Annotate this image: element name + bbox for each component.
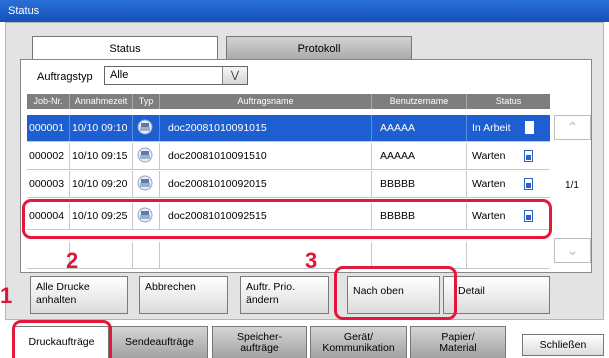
status-text: Warten <box>472 150 506 162</box>
print-job-icon <box>137 119 153 135</box>
table-row[interactable]: 000003 10/10 09:20 doc20081010092015 BBB… <box>27 171 550 198</box>
status-cell: In Arbeit <box>466 115 550 141</box>
detail-button[interactable]: Detail <box>443 276 550 314</box>
row-highlight <box>22 199 552 239</box>
table-row[interactable]: 000002 10/10 09:15 doc20081010091510 AAA… <box>27 143 550 170</box>
col-received-time: Annahmezeit <box>69 94 132 109</box>
table-row[interactable]: 000001 10/10 09:10 doc20081010091015 AAA… <box>27 115 550 142</box>
divider <box>466 242 467 269</box>
col-user-name: Benutzername <box>371 94 466 109</box>
waiting-icon <box>524 150 533 162</box>
type-cell <box>132 115 159 141</box>
tab-protokoll[interactable]: Protokoll <box>226 36 412 60</box>
type-cell <box>132 171 159 197</box>
empty-row <box>27 242 550 269</box>
job-type-label: Auftragstyp <box>37 71 93 83</box>
received-time: 10/10 09:15 <box>69 143 132 169</box>
job-nr: 000001 <box>29 122 65 134</box>
divider <box>371 242 372 269</box>
user-name: BBBBB <box>371 171 466 197</box>
chevron-down-icon[interactable]: ⋁ <box>222 67 247 84</box>
pause-all-button[interactable]: Alle Drucke anhalten <box>30 276 128 314</box>
status-cell: Warten <box>466 171 550 197</box>
scroll-down-button[interactable]: ⌄ <box>554 238 591 263</box>
change-priority-button[interactable]: Auftr. Prio. ändern <box>240 276 329 314</box>
tab-storage-jobs[interactable]: Speicher- aufträge <box>212 326 307 358</box>
job-nr: 000002 <box>29 150 65 162</box>
working-icon <box>525 121 534 134</box>
page-indicator: 1/1 <box>565 180 579 191</box>
divider <box>132 242 133 269</box>
divider <box>159 242 160 269</box>
job-name: doc20081010092015 <box>159 171 371 197</box>
tab-status[interactable]: Status <box>32 36 218 60</box>
cancel-button[interactable]: Abbrechen <box>139 276 228 314</box>
close-button[interactable]: Schließen <box>522 334 604 356</box>
type-cell <box>132 143 159 169</box>
table-header: Job-Nr. Annahmezeit Typ Auftragsname Ben… <box>27 94 550 109</box>
status-cell: Warten <box>466 143 550 169</box>
move-up-highlight <box>334 266 457 320</box>
tab-device-communication[interactable]: Gerät/ Kommunikation <box>310 326 407 358</box>
callout-2: 2 <box>66 248 79 273</box>
print-job-icon <box>137 147 153 163</box>
tab-send-jobs[interactable]: Sendeaufträge <box>111 326 208 358</box>
waiting-icon <box>524 178 533 190</box>
user-name: AAAAA <box>371 115 466 141</box>
job-nr: 000003 <box>29 178 65 190</box>
scroll-up-button[interactable]: ⌃ <box>554 115 591 140</box>
job-name: doc20081010091015 <box>159 115 371 141</box>
col-type: Typ <box>132 94 159 109</box>
window-title: Status <box>0 0 609 22</box>
user-name: AAAAA <box>371 143 466 169</box>
status-text: In Arbeit <box>472 122 511 134</box>
callout-1: 1 <box>0 283 13 308</box>
callout-3: 3 <box>305 248 318 273</box>
print-jobs-highlight <box>12 320 112 358</box>
col-status: Status <box>466 94 550 109</box>
tab-paper-material[interactable]: Papier/ Material <box>410 326 506 358</box>
status-text: Warten <box>472 178 506 190</box>
received-time: 10/10 09:10 <box>69 115 132 141</box>
job-name: doc20081010091510 <box>159 143 371 169</box>
col-job-name: Auftragsname <box>159 94 371 109</box>
print-job-icon <box>137 175 153 191</box>
col-job-nr: Job-Nr. <box>33 96 63 106</box>
received-time: 10/10 09:20 <box>69 171 132 197</box>
